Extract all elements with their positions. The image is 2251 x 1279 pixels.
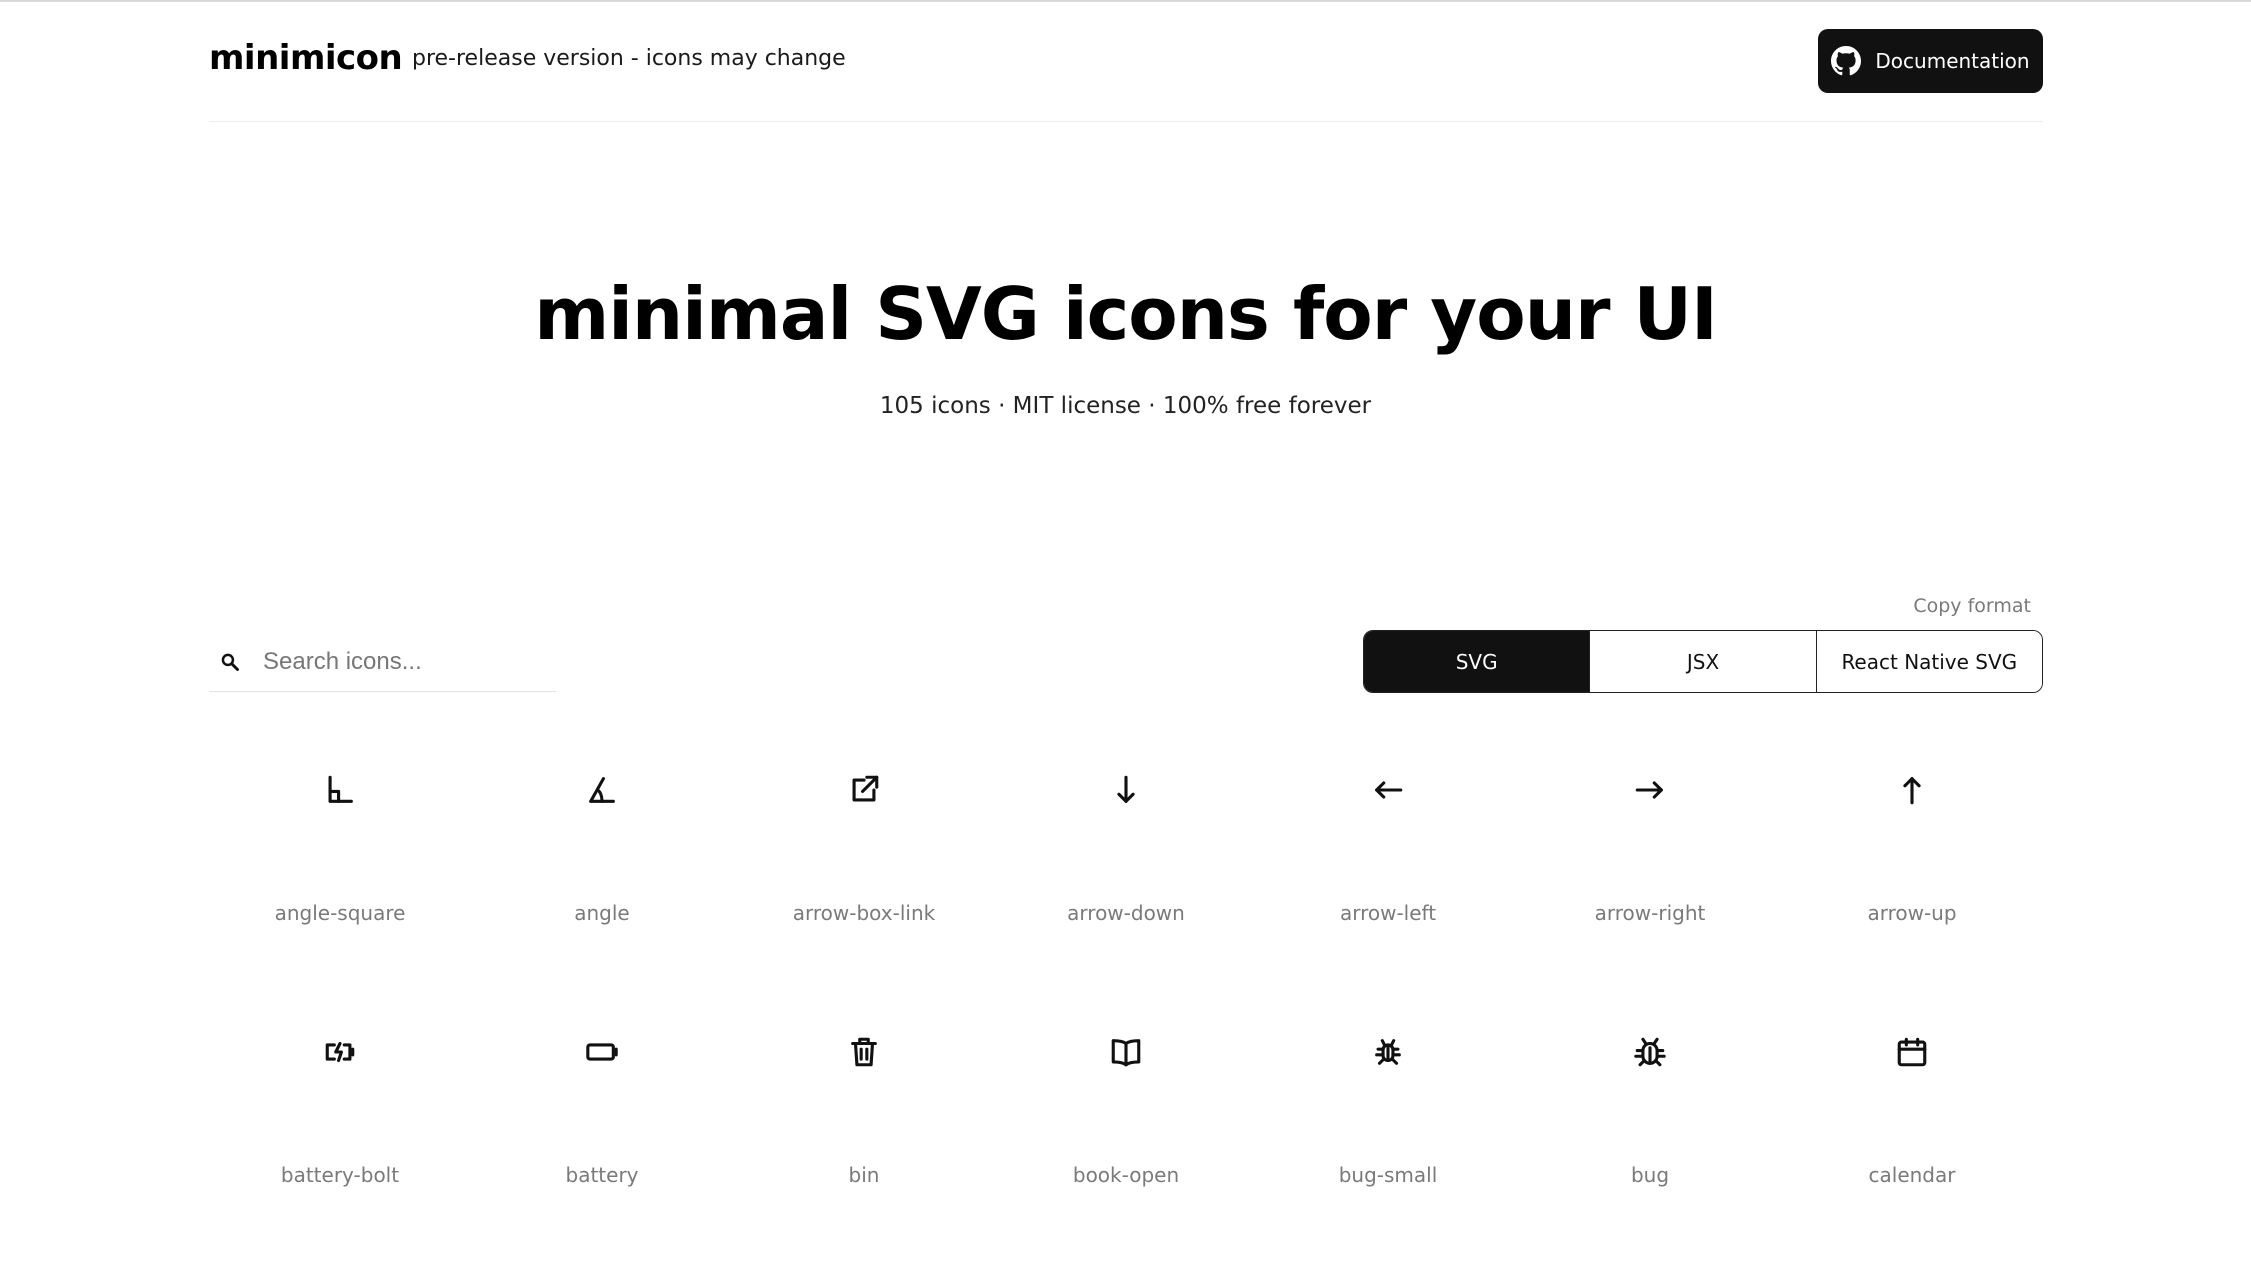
icon-card-bug[interactable]: bug bbox=[1519, 990, 1781, 1252]
icon-label: battery-bolt bbox=[280, 1163, 400, 1187]
arrow-down-icon bbox=[995, 770, 1257, 810]
battery-icon bbox=[471, 1032, 733, 1072]
icon-label: bug-small bbox=[1338, 1163, 1438, 1187]
bin-icon bbox=[733, 1032, 995, 1072]
icon-card-arrow-box-link[interactable]: arrow-box-link bbox=[733, 728, 995, 990]
github-icon bbox=[1831, 46, 1862, 76]
icon-label: angle-square bbox=[274, 901, 406, 925]
brand-logo[interactable]: minimicon bbox=[209, 38, 403, 78]
arrow-left-icon bbox=[1257, 770, 1519, 810]
arrow-up-icon bbox=[1781, 770, 2043, 810]
angle-square-icon bbox=[209, 770, 471, 810]
site-header: minimicon pre-release version - icons ma… bbox=[209, 2, 2043, 122]
bug-small-icon bbox=[1257, 1032, 1519, 1072]
icon-card-arrow-down[interactable]: arrow-down bbox=[995, 728, 1257, 990]
documentation-label: Documentation bbox=[1875, 49, 2030, 73]
search-input[interactable] bbox=[263, 647, 543, 676]
icon-label: arrow-box-link bbox=[792, 901, 936, 925]
icon-label: arrow-left bbox=[1339, 901, 1437, 925]
icon-label: calendar bbox=[1868, 1163, 1956, 1187]
icon-label: arrow-up bbox=[1867, 901, 1957, 925]
copy-format-label: Copy format bbox=[1913, 595, 2031, 617]
search-icon bbox=[219, 651, 241, 673]
prerelease-tagline: pre-release version - icons may change bbox=[412, 46, 846, 71]
icon-card-arrow-up[interactable]: arrow-up bbox=[1781, 728, 2043, 990]
format-option-jsx[interactable]: JSX bbox=[1589, 631, 1816, 692]
hero-title: minimal SVG icons for your UI bbox=[534, 272, 1718, 356]
icon-label: arrow-right bbox=[1594, 901, 1706, 925]
icon-grid: angle-square angle arrow-box-link arrow-… bbox=[209, 728, 2043, 1252]
bug-icon bbox=[1519, 1032, 1781, 1072]
icon-card-arrow-right[interactable]: arrow-right bbox=[1519, 728, 1781, 990]
copy-format-toggle: SVG JSX React Native SVG bbox=[1363, 630, 2043, 693]
icon-card-book-open[interactable]: book-open bbox=[995, 990, 1257, 1252]
book-open-icon bbox=[995, 1032, 1257, 1072]
icon-card-bug-small[interactable]: bug-small bbox=[1257, 990, 1519, 1252]
icon-label: arrow-down bbox=[1067, 901, 1185, 925]
icon-label: book-open bbox=[1072, 1163, 1180, 1187]
battery-bolt-icon bbox=[209, 1032, 471, 1072]
format-option-svg[interactable]: SVG bbox=[1364, 631, 1590, 692]
arrow-box-link-icon bbox=[733, 770, 995, 810]
icon-label: bin bbox=[848, 1163, 880, 1187]
hero-subtitle: 105 icons · MIT license · 100% free fore… bbox=[879, 393, 1372, 419]
icon-card-angle-square[interactable]: angle-square bbox=[209, 728, 471, 990]
icon-label: bug bbox=[1630, 1163, 1670, 1187]
search-bar bbox=[209, 632, 556, 692]
icon-card-battery[interactable]: battery bbox=[471, 990, 733, 1252]
angle-icon bbox=[471, 770, 733, 810]
icon-card-calendar[interactable]: calendar bbox=[1781, 990, 2043, 1252]
format-option-react-native-svg[interactable]: React Native SVG bbox=[1815, 631, 2042, 692]
icon-card-bin[interactable]: bin bbox=[733, 990, 995, 1252]
icon-card-angle[interactable]: angle bbox=[471, 728, 733, 990]
calendar-icon bbox=[1781, 1032, 2043, 1072]
arrow-right-icon bbox=[1519, 770, 1781, 810]
icon-label: angle bbox=[574, 901, 630, 925]
documentation-button[interactable]: Documentation bbox=[1818, 29, 2043, 93]
icon-label: battery bbox=[565, 1163, 639, 1187]
icon-card-battery-bolt[interactable]: battery-bolt bbox=[209, 990, 471, 1252]
icon-card-arrow-left[interactable]: arrow-left bbox=[1257, 728, 1519, 990]
